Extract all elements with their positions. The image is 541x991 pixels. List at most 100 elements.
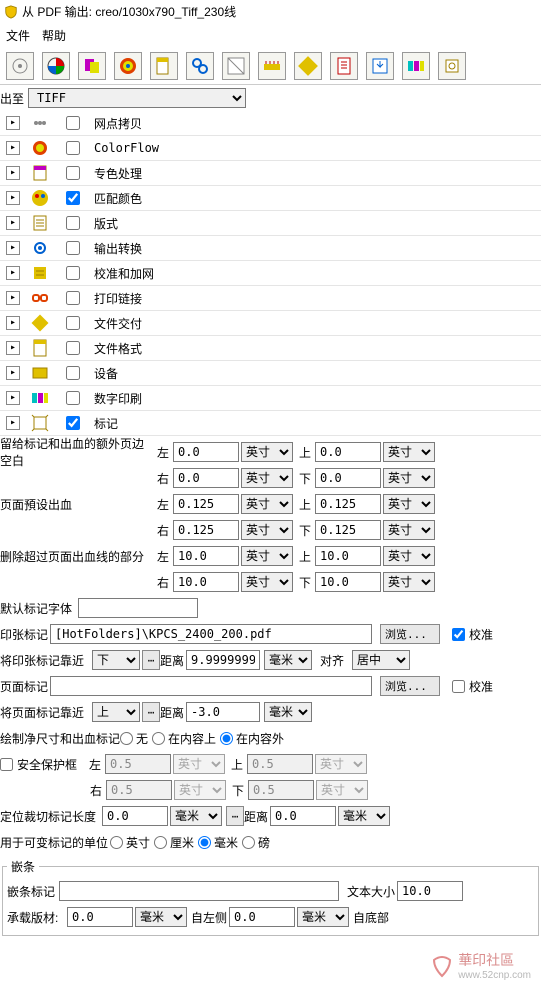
expand-icon[interactable]: ▸ <box>6 316 20 330</box>
remove-top-input[interactable] <box>315 546 381 566</box>
expand-icon[interactable]: ▸ <box>6 216 20 230</box>
preset-top-unit[interactable]: 英寸 <box>383 494 435 514</box>
extra-top-input[interactable] <box>315 442 381 462</box>
tree-item-check[interactable] <box>66 416 80 430</box>
toolbar-btn-3[interactable] <box>78 52 106 80</box>
toolbar-btn-9[interactable] <box>294 52 322 80</box>
expand-icon[interactable]: ▸ <box>6 241 20 255</box>
tree-item-check[interactable] <box>66 341 80 355</box>
radio-inch[interactable]: 英寸 <box>110 834 150 851</box>
extra-right-unit[interactable]: 英寸 <box>241 468 293 488</box>
carrier-unit[interactable]: 毫米 <box>135 907 187 927</box>
trim-length[interactable] <box>102 806 168 826</box>
tree-item-label[interactable]: 设备 <box>92 365 541 382</box>
toolbar-btn-4[interactable] <box>114 52 142 80</box>
sheet-mark-browse[interactable]: 浏览... <box>380 624 440 644</box>
extra-top-unit[interactable]: 英寸 <box>383 442 435 462</box>
sheet-mark-path[interactable] <box>50 624 372 644</box>
safe-box-check[interactable] <box>0 758 13 771</box>
expand-icon[interactable]: ▸ <box>6 391 20 405</box>
page-align-pos[interactable]: 上 <box>92 702 140 722</box>
sheet-align-pos[interactable]: 下 <box>92 650 140 670</box>
preset-left-input[interactable] <box>173 494 239 514</box>
carrier-value[interactable] <box>67 907 133 927</box>
extra-left-input[interactable] <box>173 442 239 462</box>
tree-item-check[interactable] <box>66 391 80 405</box>
expand-icon[interactable]: ▸ <box>6 116 20 130</box>
tree-item-label[interactable]: 网点拷贝 <box>92 115 541 132</box>
tree-item-check[interactable] <box>66 166 80 180</box>
trim-dots[interactable]: ⋯ <box>226 806 244 826</box>
slug-mark-input[interactable] <box>59 881 339 901</box>
tree-item-label[interactable]: 数字印刷 <box>92 390 541 407</box>
tree-item-label[interactable]: 打印链接 <box>92 290 541 307</box>
sheet-align-align[interactable]: 居中 <box>352 650 410 670</box>
from-left-unit[interactable]: 毫米 <box>297 907 349 927</box>
sheet-align-dist[interactable] <box>186 650 260 670</box>
toolbar-btn-12[interactable] <box>402 52 430 80</box>
tree-item-check[interactable] <box>66 366 80 380</box>
tree-item-label[interactable]: ColorFlow <box>92 141 541 155</box>
expand-icon[interactable]: ▸ <box>6 291 20 305</box>
preset-bottom-unit[interactable]: 英寸 <box>383 520 435 540</box>
toolbar-btn-10[interactable] <box>330 52 358 80</box>
toolbar-btn-2[interactable] <box>42 52 70 80</box>
page-align-dots[interactable]: ⋯ <box>142 702 160 722</box>
expand-icon[interactable]: ▸ <box>6 141 20 155</box>
default-font-input[interactable] <box>78 598 198 618</box>
toolbar-btn-13[interactable] <box>438 52 466 80</box>
radio-none[interactable]: 无 <box>120 730 148 747</box>
preset-right-input[interactable] <box>173 520 239 540</box>
expand-icon[interactable]: ▸ <box>6 266 20 280</box>
tree-item-label[interactable]: 匹配颜色 <box>92 190 541 207</box>
tree-item-check[interactable] <box>66 191 80 205</box>
menu-file[interactable]: 文件 <box>6 27 30 44</box>
toolbar-btn-5[interactable] <box>150 52 178 80</box>
remove-right-unit[interactable]: 英寸 <box>241 572 293 592</box>
sheet-align-dots[interactable]: ⋯ <box>142 650 160 670</box>
remove-bottom-unit[interactable]: 英寸 <box>383 572 435 592</box>
remove-top-unit[interactable]: 英寸 <box>383 546 435 566</box>
tree-item-check[interactable] <box>66 141 80 155</box>
page-align-unit[interactable]: 毫米 <box>264 702 312 722</box>
remove-left-unit[interactable]: 英寸 <box>241 546 293 566</box>
tree-item-check[interactable] <box>66 241 80 255</box>
trim-distance-unit[interactable]: 毫米 <box>338 806 390 826</box>
page-mark-calibrate-check[interactable] <box>452 680 465 693</box>
slug-text-size[interactable] <box>397 881 463 901</box>
toolbar-btn-11[interactable] <box>366 52 394 80</box>
tree-item-label[interactable]: 文件交付 <box>92 315 541 332</box>
radio-cm[interactable]: 厘米 <box>154 834 194 851</box>
sheet-align-unit[interactable]: 毫米 <box>264 650 312 670</box>
tree-item-label[interactable]: 校准和加网 <box>92 265 541 282</box>
menu-help[interactable]: 帮助 <box>42 27 66 44</box>
extra-right-input[interactable] <box>173 468 239 488</box>
sheet-mark-calibrate-check[interactable] <box>452 628 465 641</box>
tree-item-check[interactable] <box>66 216 80 230</box>
remove-left-input[interactable] <box>173 546 239 566</box>
expand-icon[interactable]: ▸ <box>6 416 20 430</box>
radio-outside[interactable]: 在内容外 <box>220 730 284 747</box>
from-left-value[interactable] <box>229 907 295 927</box>
preset-bottom-input[interactable] <box>315 520 381 540</box>
tree-item-check[interactable] <box>66 316 80 330</box>
trim-distance[interactable] <box>270 806 336 826</box>
expand-icon[interactable]: ▸ <box>6 191 20 205</box>
page-mark-path[interactable] <box>50 676 372 696</box>
tree-item-label[interactable]: 输出转换 <box>92 240 541 257</box>
tree-item-label[interactable]: 文件格式 <box>92 340 541 357</box>
page-align-dist[interactable] <box>186 702 260 722</box>
output-to-select[interactable]: TIFF <box>28 88 246 108</box>
radio-pt[interactable]: 磅 <box>242 834 270 851</box>
page-mark-browse[interactable]: 浏览... <box>380 676 440 696</box>
expand-icon[interactable]: ▸ <box>6 166 20 180</box>
tree-item-check[interactable] <box>66 266 80 280</box>
remove-bottom-input[interactable] <box>315 572 381 592</box>
toolbar-btn-6[interactable] <box>186 52 214 80</box>
tree-item-check[interactable] <box>66 116 80 130</box>
expand-icon[interactable]: ▸ <box>6 341 20 355</box>
tree-item-label[interactable]: 版式 <box>92 215 541 232</box>
preset-top-input[interactable] <box>315 494 381 514</box>
radio-mm[interactable]: 毫米 <box>198 834 238 851</box>
remove-right-input[interactable] <box>173 572 239 592</box>
